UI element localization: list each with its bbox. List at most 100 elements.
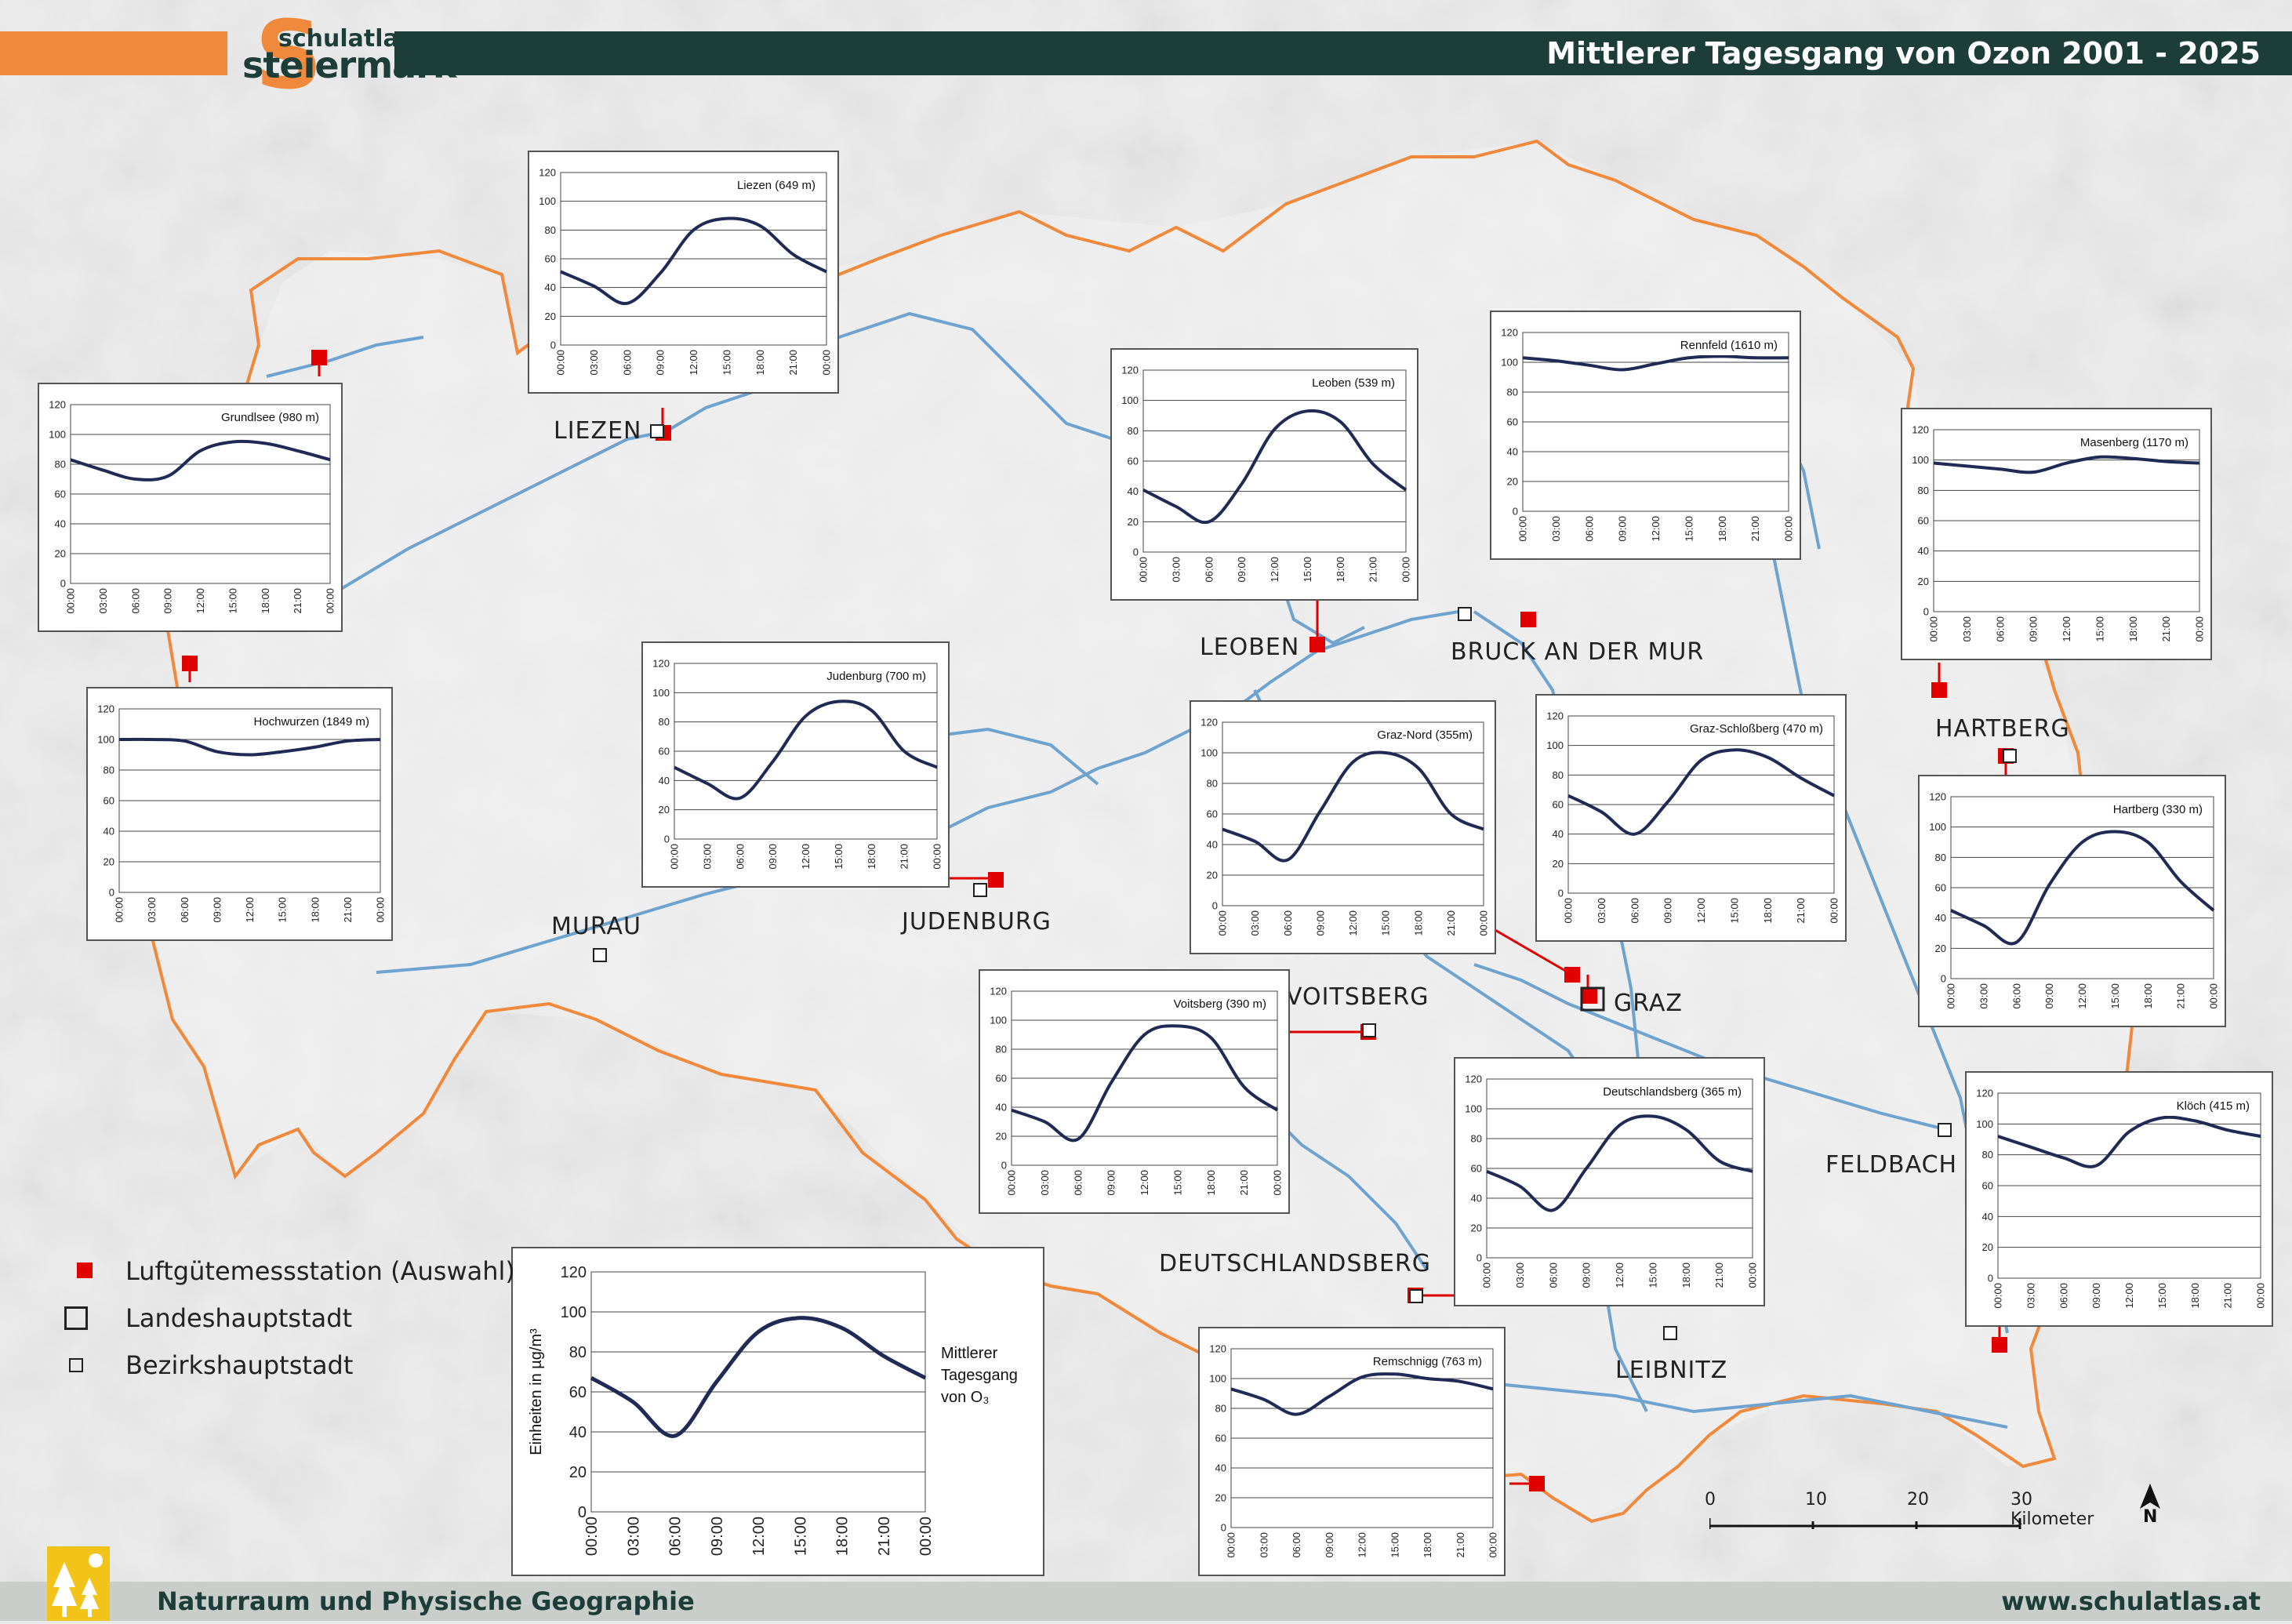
city-label-judenburg: JUDENBURG <box>902 908 1052 936</box>
x-tick-label: 00:00 <box>669 844 681 870</box>
chart-svg: 02040608010012000:00 03:00 06:00 09:00 12:00… <box>652 658 943 870</box>
y-tick-label: 120 <box>539 167 556 179</box>
y-tick-label: 120 <box>990 986 1007 997</box>
y-tick-label: 40 <box>1215 1462 1226 1474</box>
series-line <box>1486 1114 1753 1212</box>
y-tick-label: 100 <box>990 1015 1007 1026</box>
x-tick-label: 09:00 <box>1324 1532 1335 1558</box>
x-tick-label: 12:00 <box>1357 1532 1368 1558</box>
y-tick-label: 80 <box>1507 387 1518 398</box>
x-tick-label: 12:00 <box>1347 910 1359 936</box>
chart-masenberg: 0 20 40 60 80 100 120 00:00 03:00 06:00 09:00 12:00… <box>1901 408 2212 660</box>
legend-capital-label: Landeshauptstadt <box>125 1303 353 1333</box>
x-tick-label: 15:00 <box>277 897 289 923</box>
x-tick-label: 00:00 <box>1006 1170 1018 1196</box>
chart-judenburg: 0 20 40 60 80 100 120 00:00 03:00 06:00 09:00 12:00… <box>641 641 950 888</box>
y-tick-label: 20 <box>1507 476 1518 488</box>
x-tick-label: 21:00 <box>1445 910 1457 936</box>
x-tick-label: 00:00 <box>932 844 943 870</box>
x-tick-label: 21:00 <box>1749 516 1761 542</box>
x-tick-label: 00:00 <box>1783 516 1795 542</box>
y-tick-label: 20 <box>1128 516 1139 528</box>
x-tick-label: 21:00 <box>2222 1283 2234 1309</box>
x-tick-label: 06:00 <box>667 1517 685 1556</box>
x-tick-label: 09:00 <box>1236 557 1248 583</box>
y-tick-label: 0 <box>1212 900 1218 912</box>
x-tick-label: 00:00 <box>2208 983 2220 1009</box>
y-tick-label: 0 <box>1133 547 1139 558</box>
x-tick-label: 09:00 <box>162 588 174 614</box>
station-graz-nord <box>1564 967 1580 983</box>
y-tick-label: 0 <box>1923 606 1929 618</box>
x-tick-label: 06:00 <box>129 588 141 614</box>
x-tick-label: 18:00 <box>260 588 271 614</box>
city-label-bruck: BRUCK AN DER MUR <box>1451 638 1705 666</box>
x-tick-label: 15:00 <box>1389 1532 1400 1558</box>
x-tick-label: 21:00 <box>1455 1532 1466 1558</box>
y-tick-label: 120 <box>1200 717 1218 728</box>
y-tick-label: 60 <box>659 746 670 758</box>
chart-svg: 02040608010012000:00 03:00 06:00 09:00 12:00… <box>528 1264 1018 1556</box>
station-hochwurzen <box>182 656 198 671</box>
chart-svg: 02040608010012000:00 03:00 06:00 09:00 12:00… <box>1209 1343 1498 1558</box>
x-tick-label: 03:00 <box>146 897 158 923</box>
x-tick-label: 06:00 <box>734 844 746 870</box>
x-tick-label: 21:00 <box>1368 557 1379 583</box>
x-tick-label: 03:00 <box>1039 1170 1051 1196</box>
chart-svg: 02040608010012000:00 03:00 06:00 09:00 12:00… <box>49 399 336 614</box>
y-tick-label: 60 <box>55 489 66 500</box>
footer-website-link[interactable]: www.schulatlas.at <box>2001 1582 2261 1621</box>
x-tick-label: 00:00 <box>917 1517 935 1556</box>
x-tick-label: 18:00 <box>1762 898 1774 924</box>
y-tick-label: 60 <box>996 1073 1007 1084</box>
x-tick-label: 15:00 <box>792 1517 809 1556</box>
y-tick-label: 20 <box>996 1131 1007 1143</box>
chart-hochwurzen: 0 20 40 60 80 100 120 00:00 03:00 06:00 09:00 12:00… <box>86 687 393 941</box>
x-tick-label: 12:00 <box>1650 516 1662 542</box>
x-tick-label: 21:00 <box>2175 983 2187 1009</box>
x-tick-label: 12:00 <box>244 897 256 923</box>
y-tick-label: 80 <box>545 224 556 236</box>
y-tick-label: 60 <box>545 253 556 265</box>
x-tick-label: 00:00 <box>583 1517 601 1556</box>
chart-svg: 02040608010012000:00 03:00 06:00 09:00 12:00… <box>1465 1074 1758 1288</box>
x-tick-label: 15:00 <box>1728 898 1740 924</box>
y-tick-label: 40 <box>1935 912 1946 924</box>
legend-station-label: Luftgütemessstation (Auswahl) <box>125 1256 515 1286</box>
y-tick-label: 20 <box>545 311 556 322</box>
x-tick-label: 09:00 <box>1581 1263 1593 1288</box>
y-tick-label: 100 <box>1200 747 1218 759</box>
x-tick-label: 03:00 <box>97 588 109 614</box>
y-tick-label: 120 <box>1929 791 1946 803</box>
chart-title: Remschnigg (763 m) <box>1373 1355 1482 1368</box>
x-tick-label: 03:00 <box>2025 1283 2036 1309</box>
station-graz-schlossberg <box>1582 988 1597 1004</box>
y-tick-label: 80 <box>104 765 114 776</box>
x-tick-label: 00:00 <box>1272 1170 1284 1196</box>
x-tick-label: 03:00 <box>701 844 713 870</box>
y-tick-label: 120 <box>1912 424 1929 436</box>
x-tick-label: 00:00 <box>325 588 336 614</box>
x-tick-label: 00:00 <box>1992 1283 2004 1309</box>
station-rennfeld <box>1520 612 1536 627</box>
city-label-hartberg: HARTBERG <box>1935 715 2070 743</box>
y-tick-label: 120 <box>1546 710 1564 722</box>
x-tick-label: 06:00 <box>1583 516 1595 542</box>
chart-title: Voitsberg (390 m) <box>1174 997 1266 1011</box>
y-tick-label: 60 <box>1507 416 1518 428</box>
x-tick-label: 18:00 <box>2127 616 2139 642</box>
y-tick-label: 100 <box>561 1304 587 1321</box>
y-tick-label: 60 <box>1215 1433 1226 1444</box>
chart-graz-nord: 0 20 40 60 80 100 120 00:00 03:00 06:00 09:00 12:00… <box>1190 700 1496 954</box>
x-tick-label: 09:00 <box>2043 983 2055 1009</box>
y-tick-label: 120 <box>652 658 670 670</box>
x-tick-label: 18:00 <box>754 350 766 376</box>
chart-leoben: 0 20 40 60 80 100 120 00:00 03:00 06:00 09:00 12:00… <box>1110 348 1418 601</box>
legend-item-station: Luftgütemessstation (Auswahl) <box>63 1255 533 1286</box>
chart-graz-schlossberg: 0 20 40 60 80 100 120 00:00 03:00 06:00 09:00 12:00… <box>1535 694 1847 942</box>
x-tick-label: 00:00 <box>1226 1532 1237 1558</box>
x-tick-label: 00:00 <box>2255 1283 2267 1309</box>
x-tick-label: 00:00 <box>65 588 77 614</box>
x-tick-label: 00:00 <box>2194 616 2206 642</box>
series-line <box>1997 1115 2261 1168</box>
